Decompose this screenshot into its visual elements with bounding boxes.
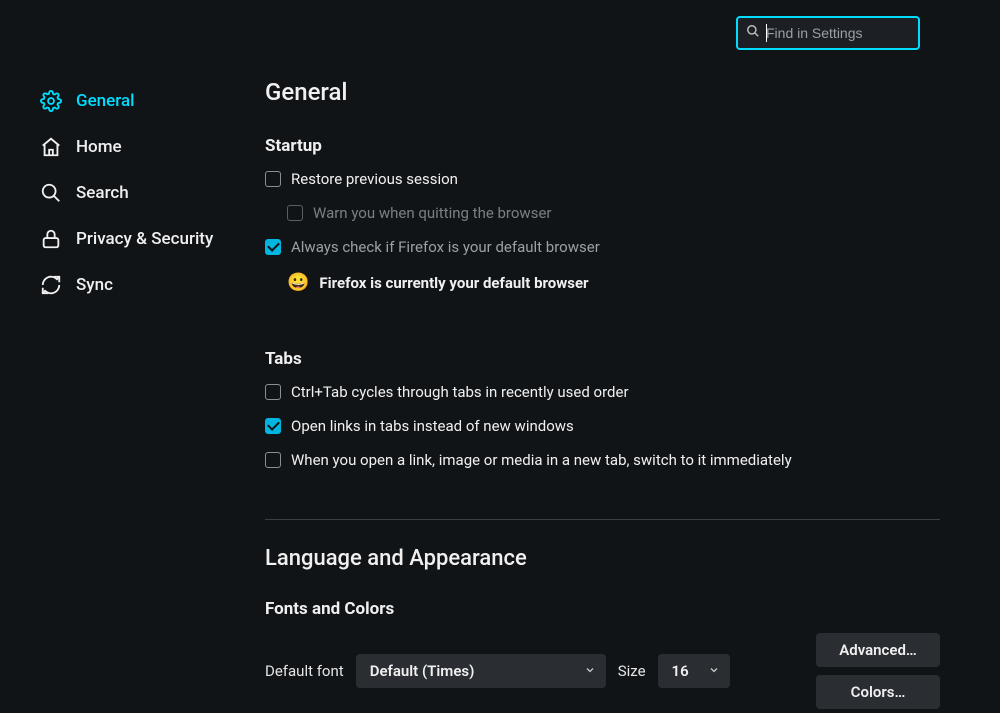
text-cursor (766, 24, 767, 42)
search-icon (40, 182, 62, 204)
settings-content: General Startup Restore previous session… (265, 78, 940, 713)
checkbox-label: Warn you when quitting the browser (313, 204, 551, 222)
settings-sidebar: General Home Search Privacy & Security (40, 78, 240, 308)
switch-immediately-row[interactable]: When you open a link, image or media in … (265, 451, 940, 469)
default-font-select[interactable]: Default (Times) (356, 654, 606, 688)
colors-button[interactable]: Colors… (816, 675, 940, 709)
default-browser-status: 😀 Firefox is currently your default brow… (287, 272, 940, 293)
settings-search-input[interactable] (766, 25, 910, 41)
section-divider (265, 519, 940, 520)
default-font-label: Default font (265, 662, 344, 680)
sidebar-item-sync[interactable]: Sync (40, 262, 240, 308)
status-text: Firefox is currently your default browse… (319, 274, 588, 292)
sidebar-item-general[interactable]: General (40, 78, 240, 124)
checkbox-ctrl-tab[interactable] (265, 384, 281, 400)
checkbox-restore-session[interactable] (265, 171, 281, 187)
page-title: General (265, 78, 940, 106)
section-title-tabs: Tabs (265, 349, 940, 369)
checkbox-switch-immediately[interactable] (265, 452, 281, 468)
section-title-fonts-colors: Fonts and Colors (265, 599, 940, 619)
sidebar-item-privacy[interactable]: Privacy & Security (40, 216, 240, 262)
checkbox-always-check-default[interactable] (265, 239, 281, 255)
sync-icon (40, 274, 62, 296)
sidebar-item-search[interactable]: Search (40, 170, 240, 216)
checkbox-label: Restore previous session (291, 170, 458, 188)
home-icon (40, 136, 62, 158)
restore-session-row[interactable]: Restore previous session (265, 170, 940, 188)
smile-icon: 😀 (287, 272, 309, 293)
search-icon (746, 24, 760, 42)
settings-search[interactable] (736, 16, 920, 50)
button-label: Advanced… (839, 641, 917, 659)
checkbox-label: Always check if Firefox is your default … (291, 238, 600, 256)
open-links-tabs-row[interactable]: Open links in tabs instead of new window… (265, 417, 940, 435)
always-check-default-row[interactable]: Always check if Firefox is your default … (265, 238, 940, 256)
warn-quit-row: Warn you when quitting the browser (287, 204, 940, 222)
sidebar-item-label: General (76, 91, 134, 111)
select-value: 16 (672, 662, 689, 680)
chevron-down-icon (708, 662, 720, 680)
sidebar-item-home[interactable]: Home (40, 124, 240, 170)
size-label: Size (618, 662, 646, 680)
sidebar-item-label: Privacy & Security (76, 229, 213, 249)
checkbox-label: When you open a link, image or media in … (291, 451, 792, 469)
section-title-startup: Startup (265, 136, 940, 156)
checkbox-warn-quit (287, 205, 303, 221)
advanced-fonts-button[interactable]: Advanced… (816, 633, 940, 667)
lock-icon (40, 228, 62, 250)
sidebar-item-label: Home (76, 137, 122, 157)
checkbox-open-links-tabs[interactable] (265, 418, 281, 434)
button-label: Colors… (851, 683, 906, 701)
default-font-row: Default font Default (Times) Size 16 Adv… (265, 633, 940, 709)
select-value: Default (Times) (370, 662, 475, 680)
sidebar-item-label: Sync (76, 275, 113, 295)
chevron-down-icon (584, 662, 596, 680)
checkbox-label: Open links in tabs instead of new window… (291, 417, 574, 435)
ctrl-tab-row[interactable]: Ctrl+Tab cycles through tabs in recently… (265, 383, 940, 401)
font-size-select[interactable]: 16 (658, 654, 730, 688)
checkbox-label: Ctrl+Tab cycles through tabs in recently… (291, 383, 629, 401)
sidebar-item-label: Search (76, 183, 129, 203)
section-title-language-appearance: Language and Appearance (265, 546, 940, 571)
gear-icon (40, 90, 62, 112)
